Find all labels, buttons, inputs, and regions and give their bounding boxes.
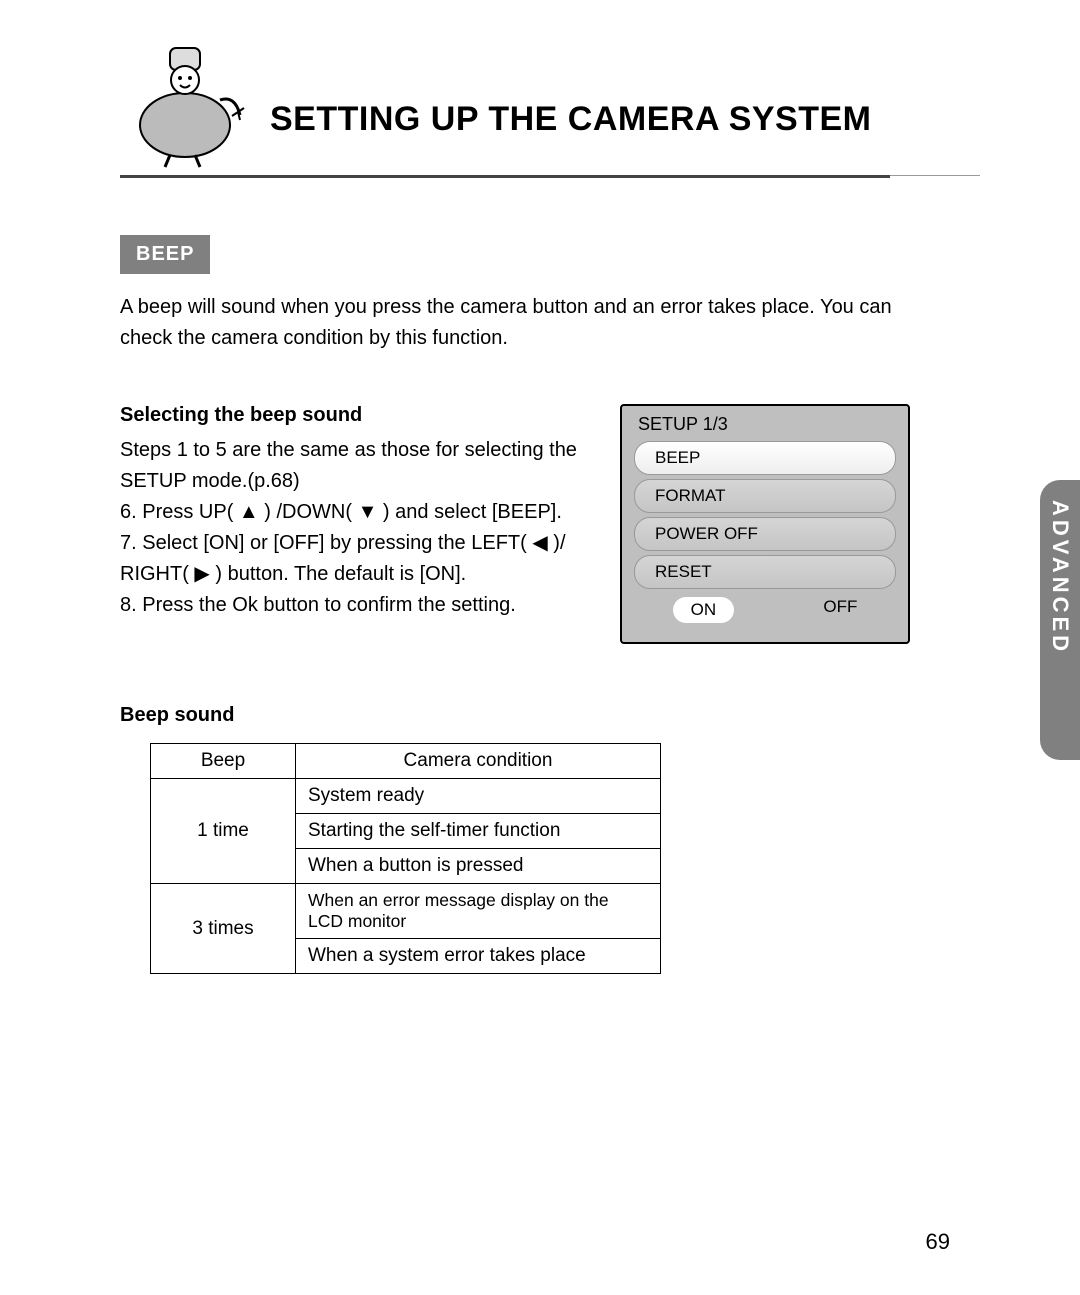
lcd-option-poweroff: POWER OFF	[634, 517, 896, 551]
step-text: 7. Select [ON] or [OFF] by pressing the …	[120, 528, 600, 590]
table-cell: When an error message display on the LCD…	[296, 884, 661, 939]
instructions-column: Selecting the beep sound Steps 1 to 5 ar…	[120, 404, 600, 644]
header-rule	[120, 175, 890, 178]
table-cell: When a system error takes place	[296, 939, 661, 974]
table-header-condition: Camera condition	[296, 744, 661, 779]
table-cell-1time: 1 time	[151, 779, 296, 884]
subheading-selecting: Selecting the beep sound	[120, 404, 600, 427]
beep-table: Beep Camera condition 1 time System read…	[150, 743, 661, 974]
step-text: Steps 1 to 5 are the same as those for s…	[120, 435, 600, 497]
page-number: 69	[926, 1229, 950, 1255]
page-header: SETTING UP THE CAMERA SYSTEM	[120, 30, 970, 190]
lcd-off-label: OFF	[823, 597, 857, 623]
side-tab-label: ADVANCED	[1047, 500, 1073, 655]
section-intro: A beep will sound when you press the cam…	[120, 292, 940, 354]
camera-lcd-mock: SETUP 1/3 BEEP FORMAT POWER OFF RESET ON…	[620, 404, 910, 644]
side-tab-advanced: ADVANCED	[1040, 480, 1080, 760]
table-cell: Starting the self-timer function	[296, 814, 661, 849]
table-cell: System ready	[296, 779, 661, 814]
step-text: 6. Press UP( ▲ ) /DOWN( ▼ ) and select […	[120, 497, 600, 528]
lcd-on-pill: ON	[673, 597, 735, 623]
subheading-beep-sound: Beep sound	[120, 704, 970, 727]
page-title: SETTING UP THE CAMERA SYSTEM	[270, 100, 872, 139]
lcd-option-beep: BEEP	[634, 441, 896, 475]
header-rule-ext	[890, 175, 980, 176]
lcd-title: SETUP 1/3	[638, 414, 902, 435]
section-badge-beep: BEEP	[120, 235, 210, 274]
table-cell-3times: 3 times	[151, 884, 296, 974]
lcd-option-format: FORMAT	[634, 479, 896, 513]
step-text: 8. Press the Ok button to confirm the se…	[120, 590, 600, 621]
mascot-illustration	[120, 30, 260, 170]
table-cell: When a button is pressed	[296, 849, 661, 884]
lcd-option-reset: RESET	[634, 555, 896, 589]
table-header-beep: Beep	[151, 744, 296, 779]
